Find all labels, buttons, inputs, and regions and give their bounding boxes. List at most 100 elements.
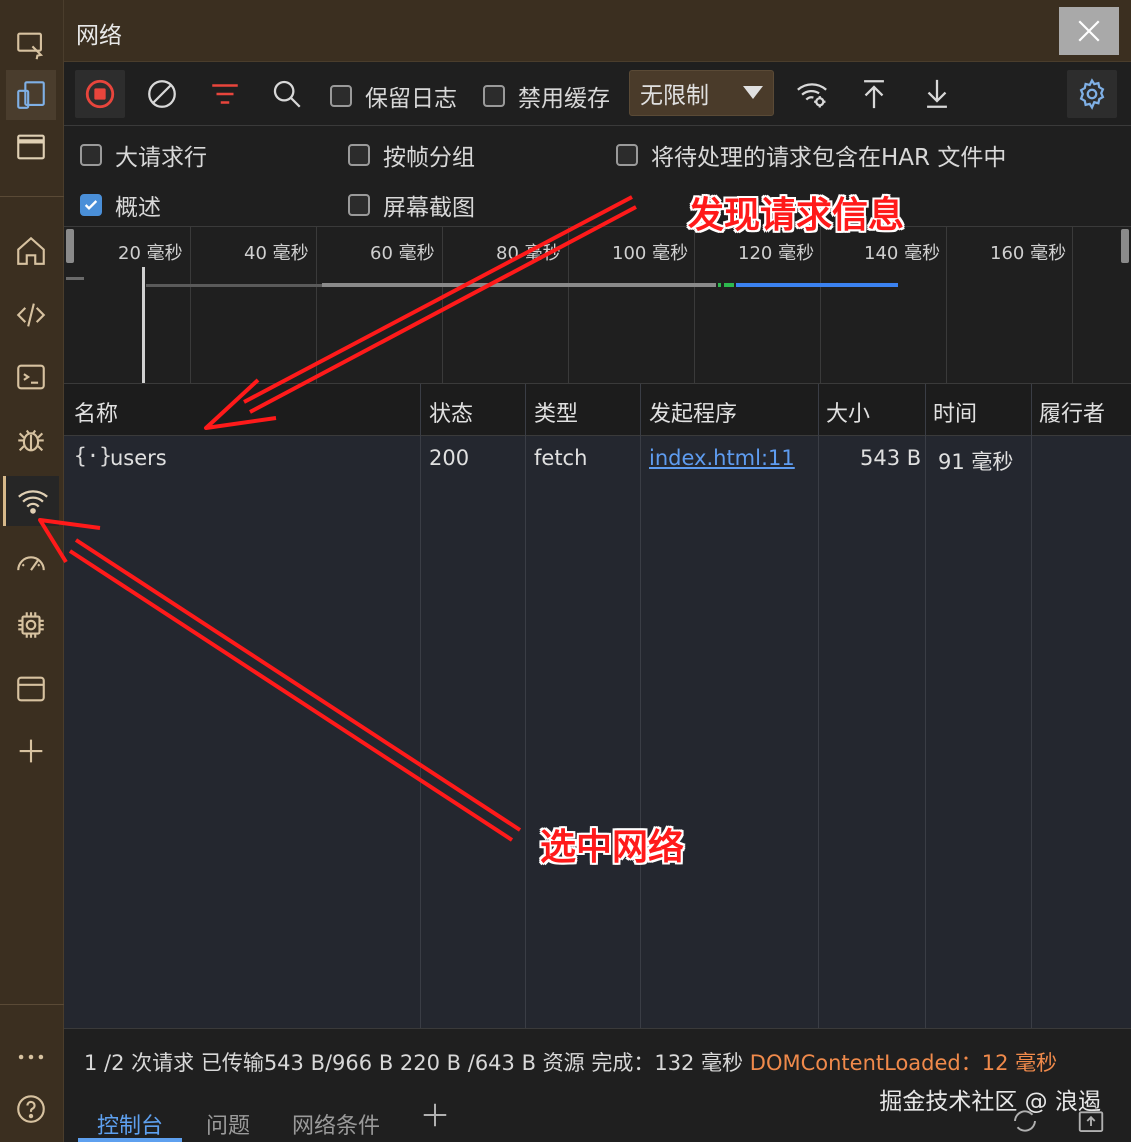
help-question-icon[interactable]	[6, 1084, 56, 1134]
clear-block-icon	[148, 80, 176, 108]
timeline-tick: 20 毫秒	[118, 243, 183, 264]
rotate-dock-icon	[1014, 1110, 1036, 1132]
browser-window-icon[interactable]	[6, 122, 56, 172]
tab-console[interactable]: 控制台	[97, 1108, 163, 1140]
status-domcontentloaded: DOMContentLoaded：12 毫秒	[749, 1051, 1058, 1075]
checkbox-box[interactable]	[348, 144, 370, 166]
record-button[interactable]	[75, 70, 125, 118]
column-header-name[interactable]: 名称	[74, 396, 118, 428]
request-name[interactable]: users	[110, 446, 167, 470]
plus-icon	[423, 1103, 447, 1127]
device-inspect-icon[interactable]	[6, 20, 56, 70]
debugger-bug-icon[interactable]	[6, 414, 56, 464]
status-summary: 1 /2 次请求 已传输543 B/966 B 220 B /643 B 资源 …	[84, 1051, 744, 1075]
fetch-request-icon: {·}	[74, 444, 112, 468]
clear-button[interactable]	[137, 70, 187, 118]
column-header-initiator[interactable]: 发起程序	[649, 396, 737, 428]
big-request-rows-checkbox[interactable]: 大请求行	[80, 138, 207, 172]
timeline-tick: 160 毫秒	[990, 243, 1067, 264]
network-settings-button[interactable]	[1067, 70, 1117, 118]
timeline-bar-download	[736, 283, 898, 287]
import-har-button[interactable]	[849, 70, 899, 118]
network-toolbar: 保留日志 禁用缓存 无限制	[64, 62, 1131, 126]
checkbox-box[interactable]	[80, 144, 102, 166]
disable-cache-checkbox[interactable]: 禁用缓存	[483, 79, 610, 113]
column-header-size[interactable]: 大小	[826, 396, 870, 428]
har-pending-checkbox[interactable]: 将待处理的请求包含在HAR 文件中	[616, 138, 1006, 172]
timeline-bar-ttfb	[718, 283, 721, 287]
disable-cache-label: 禁用缓存	[518, 86, 610, 112]
more-tools-ellipsis-icon[interactable]	[6, 1032, 56, 1082]
checkbox-box[interactable]	[616, 144, 638, 166]
filter-icon	[212, 84, 238, 104]
export-har-button[interactable]	[912, 70, 962, 118]
overview-checkbox[interactable]: 概述	[80, 188, 161, 222]
panel-title: 网络	[76, 23, 122, 49]
table-row[interactable]: {·} users 200 fetch index.html:11 543 B …	[64, 436, 1131, 480]
search-button[interactable]	[262, 70, 312, 118]
checkbox-box[interactable]	[483, 85, 505, 107]
application-panel-icon[interactable]	[6, 664, 56, 714]
timeline-domcontentloaded-marker	[142, 267, 145, 383]
preserve-log-checkbox[interactable]: 保留日志	[330, 79, 457, 113]
request-initiator-link[interactable]: index.html:11	[649, 446, 795, 470]
group-by-frame-checkbox[interactable]: 按帧分组	[348, 138, 475, 172]
request-status: 200	[429, 446, 470, 470]
tab-issues[interactable]: 问题	[206, 1108, 250, 1140]
column-header-fulfilled-by[interactable]: 履行者	[1039, 396, 1105, 428]
big-request-rows-label: 大请求行	[115, 145, 207, 171]
timeline-tick: 140 毫秒	[864, 243, 941, 264]
column-header-time[interactable]: 时间	[933, 396, 977, 428]
timeline-bar-waiting	[146, 284, 322, 287]
activity-bar	[0, 0, 64, 1142]
timeline-bar-queued	[66, 277, 84, 280]
title-bar: 网络	[64, 0, 1131, 62]
elements-code-icon[interactable]	[6, 290, 56, 340]
close-button[interactable]	[1059, 7, 1119, 55]
request-type: fetch	[534, 446, 588, 470]
network-overview-timeline[interactable]: 20 毫秒 40 毫秒 60 毫秒 80 毫秒 100 毫秒 120 毫秒 14…	[64, 226, 1131, 384]
checkbox-box[interactable]	[348, 194, 370, 216]
add-tool-plus-icon[interactable]	[6, 726, 56, 776]
timeline-left-handle[interactable]	[66, 229, 74, 263]
expand-up-icon	[1078, 1111, 1104, 1132]
timeline-tick: 60 毫秒	[370, 243, 435, 264]
record-stop-icon	[85, 79, 115, 109]
search-icon	[273, 80, 301, 108]
performance-gauge-icon[interactable]	[6, 538, 56, 588]
timeline-right-handle[interactable]	[1121, 229, 1129, 263]
filter-button[interactable]	[200, 70, 250, 118]
timeline-bar-request	[322, 283, 716, 287]
timeline-tick: 80 毫秒	[496, 243, 561, 264]
download-arrow-icon	[927, 79, 947, 108]
upload-arrow-icon	[864, 80, 884, 109]
device-emulation-icon[interactable]	[6, 70, 56, 120]
screenshots-checkbox[interactable]: 屏幕截图	[348, 188, 475, 222]
wifi-settings-icon	[797, 83, 827, 108]
network-conditions-button[interactable]	[787, 70, 837, 118]
timeline-tick: 100 毫秒	[612, 243, 689, 264]
checkbox-box-checked[interactable]	[80, 194, 102, 216]
throttling-select[interactable]: 无限制	[629, 70, 774, 116]
column-header-type[interactable]: 类型	[534, 396, 578, 428]
throttling-value: 无限制	[640, 83, 709, 109]
add-tab-button[interactable]	[420, 1100, 450, 1134]
expand-drawer-button[interactable]	[1074, 1106, 1108, 1140]
checkbox-box[interactable]	[330, 85, 352, 107]
network-request-table: 名称 状态 类型 发起程序 大小 时间 履行者 {·} users 200 fe…	[64, 384, 1131, 1028]
column-header-status[interactable]: 状态	[429, 396, 473, 428]
memory-chip-icon[interactable]	[6, 600, 56, 650]
console-icon[interactable]	[6, 352, 56, 402]
dock-drawer-button[interactable]	[1008, 1106, 1042, 1140]
close-icon	[1078, 20, 1100, 42]
timeline-tick: 120 毫秒	[738, 243, 815, 264]
network-wifi-icon[interactable]	[3, 476, 59, 526]
preserve-log-label: 保留日志	[365, 86, 457, 112]
tab-network-conditions[interactable]: 网络条件	[292, 1108, 380, 1140]
network-options: 大请求行 按帧分组 将待处理的请求包含在HAR 文件中 概述 屏幕截图	[64, 126, 1131, 226]
timeline-bar-ttfb	[724, 283, 734, 287]
home-icon[interactable]	[6, 226, 56, 276]
active-tab-indicator	[78, 1138, 182, 1142]
chevron-down-icon	[743, 86, 763, 99]
status-summary-line: 1 /2 次请求 已传输543 B/966 B 220 B /643 B 资源 …	[84, 1047, 1057, 1077]
